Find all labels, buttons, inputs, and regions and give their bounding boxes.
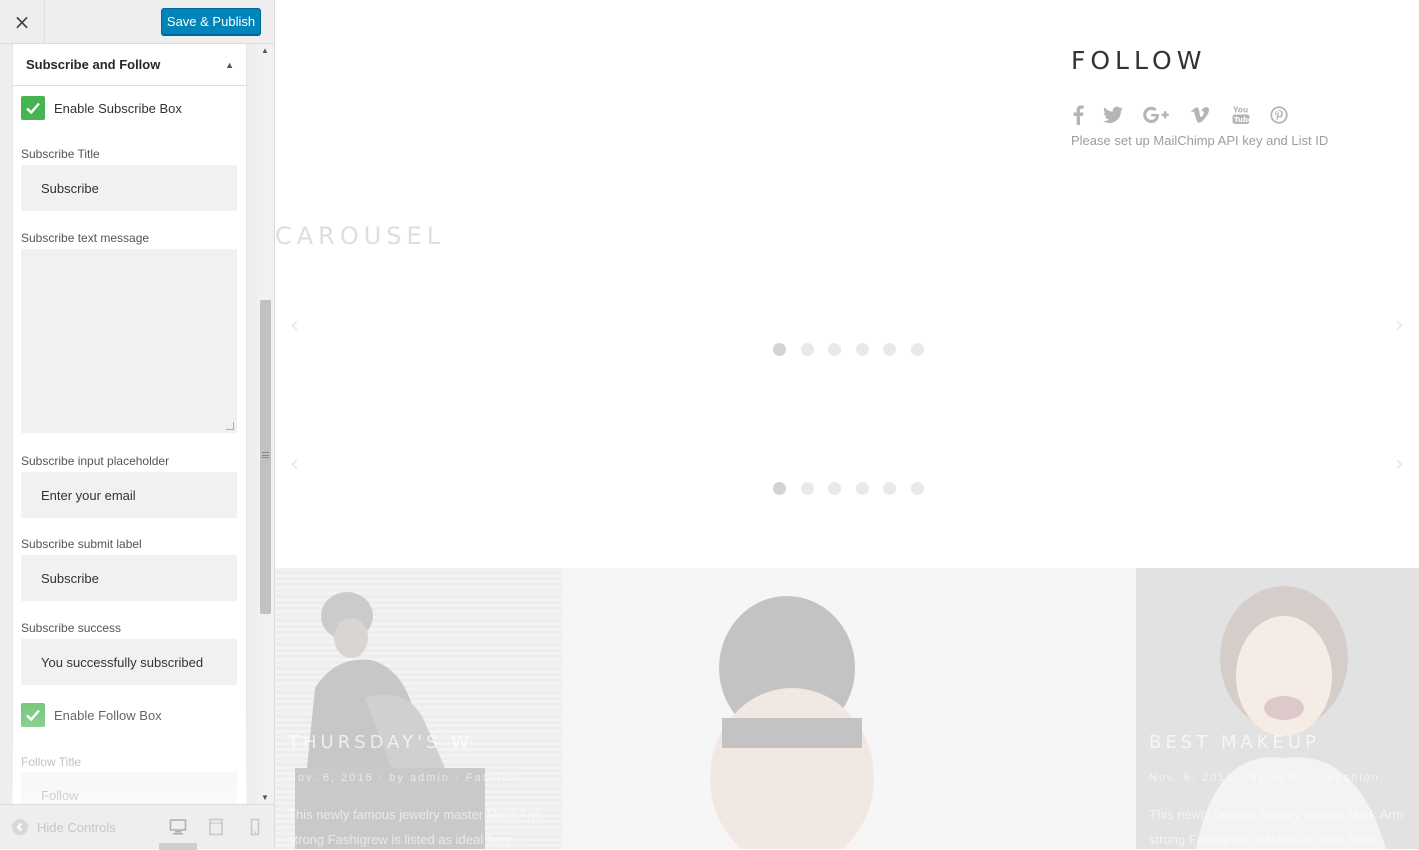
carousel-dot[interactable] xyxy=(855,343,869,356)
carousel-dot[interactable] xyxy=(883,343,896,356)
controls-panel: Subscribe and Follow ▲ Enable Subscribe … xyxy=(12,44,247,804)
placeholder-input[interactable]: Enter your email xyxy=(21,472,237,518)
carousel-dot[interactable] xyxy=(773,343,786,356)
pinterest-icon[interactable] xyxy=(1270,104,1288,126)
carousel-dot[interactable] xyxy=(910,482,924,495)
section-title: Subscribe and Follow xyxy=(26,57,161,72)
carousel-prev-arrow-icon[interactable]: ‹ xyxy=(290,313,299,338)
google-plus-icon[interactable] xyxy=(1143,104,1169,126)
carousel-dot[interactable] xyxy=(910,343,924,356)
post-card[interactable] xyxy=(562,568,1136,849)
twitter-icon[interactable] xyxy=(1103,104,1123,126)
carousel-dots xyxy=(773,343,938,356)
enable-subscribe-checkbox[interactable] xyxy=(21,96,45,120)
section-header[interactable]: Subscribe and Follow ▲ xyxy=(13,44,246,86)
vimeo-icon[interactable] xyxy=(1191,104,1209,126)
carousel-dot[interactable] xyxy=(855,482,869,495)
post-excerpt: This newly famous jewelry master Mark Ar… xyxy=(288,807,543,847)
scroll-up-arrow-icon[interactable]: ▲ xyxy=(261,46,269,55)
mobile-icon[interactable] xyxy=(246,818,264,836)
subscribe-text-label: Subscribe text message xyxy=(21,231,150,245)
post-card[interactable]: THURSDAY'S W Nov. 6, 2016 · by admin · F… xyxy=(275,568,562,849)
placeholder-label: Subscribe input placeholder xyxy=(21,454,170,468)
enable-follow-label: Enable Follow Box xyxy=(54,707,162,723)
carousel-dot[interactable] xyxy=(800,343,814,356)
follow-widget: FOLLOW You Tube Please set up MailChimp … xyxy=(1048,0,1419,156)
carousel-dot[interactable] xyxy=(828,482,841,495)
carousel-next-arrow-icon[interactable]: › xyxy=(1395,452,1404,477)
post-meta: Nov. 6, 2016 · by admin · Fashion xyxy=(1149,772,1380,784)
checkmark-icon xyxy=(26,102,40,115)
enable-follow-row[interactable]: Enable Follow Box xyxy=(21,703,239,727)
site-preview: FOLLOW You Tube Please set up MailChimp … xyxy=(275,0,1419,849)
scroll-down-arrow-icon[interactable]: ▼ xyxy=(261,793,269,802)
close-button[interactable]: × xyxy=(0,0,45,44)
desktop-icon[interactable] xyxy=(169,818,187,836)
follow-title-label: Follow Title xyxy=(21,755,82,769)
carousel-dot[interactable] xyxy=(828,343,841,356)
enable-follow-checkbox[interactable] xyxy=(21,703,45,727)
post-card[interactable]: BEST MAKEUP Nov. 6, 2016 · by admin · Fa… xyxy=(1136,568,1419,849)
subscribe-success-label: Subscribe success xyxy=(21,621,122,635)
subscribe-title-label: Subscribe Title xyxy=(21,147,100,161)
facebook-icon[interactable] xyxy=(1071,104,1085,126)
carousel-dots xyxy=(773,482,938,495)
enable-subscribe-row[interactable]: Enable Subscribe Box xyxy=(21,96,239,120)
subscribe-success-input[interactable]: You successfully subscribed xyxy=(21,639,237,685)
follow-title-input[interactable]: Follow xyxy=(21,772,237,804)
follow-title: FOLLOW xyxy=(1071,46,1207,75)
carousel-dot[interactable] xyxy=(883,482,896,495)
panel-scrollbar[interactable]: ▲ ▼ xyxy=(257,44,274,804)
subscribe-title-input[interactable]: Subscribe xyxy=(21,165,237,211)
svg-text:You: You xyxy=(1232,106,1248,115)
collapse-caret-icon[interactable]: ▲ xyxy=(225,60,234,70)
carousel-title: CAROUSEL xyxy=(275,222,446,250)
svg-text:Tube: Tube xyxy=(1234,116,1250,124)
carousel-dot[interactable] xyxy=(800,482,814,495)
resize-handle[interactable] xyxy=(226,422,234,430)
grip-icon xyxy=(262,452,269,458)
post-title[interactable]: BEST MAKEUP xyxy=(1149,732,1320,753)
carousel-dot[interactable] xyxy=(773,482,786,495)
post-overlay xyxy=(562,568,1136,849)
close-icon: × xyxy=(13,10,31,34)
post-excerpt: This newly famous jewelry master Mark Ar… xyxy=(1149,807,1404,847)
mailchimp-message: Please set up MailChimp API key and List… xyxy=(1071,133,1329,148)
subscribe-text-textarea[interactable] xyxy=(21,249,237,433)
youtube-icon[interactable]: You Tube xyxy=(1232,104,1250,126)
carousel-prev-arrow-icon[interactable]: ‹ xyxy=(290,452,299,477)
scrollbar-thumb[interactable] xyxy=(260,300,271,614)
post-title[interactable]: THURSDAY'S W xyxy=(288,732,473,753)
customizer-footer: Hide Controls xyxy=(0,804,274,850)
customizer-sidebar: × Save & Publish Subscribe and Follow ▲ … xyxy=(0,0,275,850)
tablet-icon[interactable] xyxy=(207,818,225,836)
post-slider: THURSDAY'S W Nov. 6, 2016 · by admin · F… xyxy=(275,568,1419,849)
enable-subscribe-label: Enable Subscribe Box xyxy=(54,100,182,116)
submit-label-input[interactable]: Subscribe xyxy=(21,555,237,601)
customizer-header: × Save & Publish xyxy=(0,0,274,44)
collapse-arrow-icon xyxy=(12,819,28,835)
checkmark-icon xyxy=(26,709,40,722)
post-meta: Nov. 6, 2016 · by admin · Fashion xyxy=(288,772,519,784)
carousel-next-arrow-icon[interactable]: › xyxy=(1395,313,1404,338)
hide-controls-button[interactable]: Hide Controls xyxy=(12,819,116,835)
save-publish-button[interactable]: Save & Publish xyxy=(161,8,261,35)
submit-label-label: Subscribe submit label xyxy=(21,537,142,551)
hide-controls-label: Hide Controls xyxy=(37,819,116,835)
